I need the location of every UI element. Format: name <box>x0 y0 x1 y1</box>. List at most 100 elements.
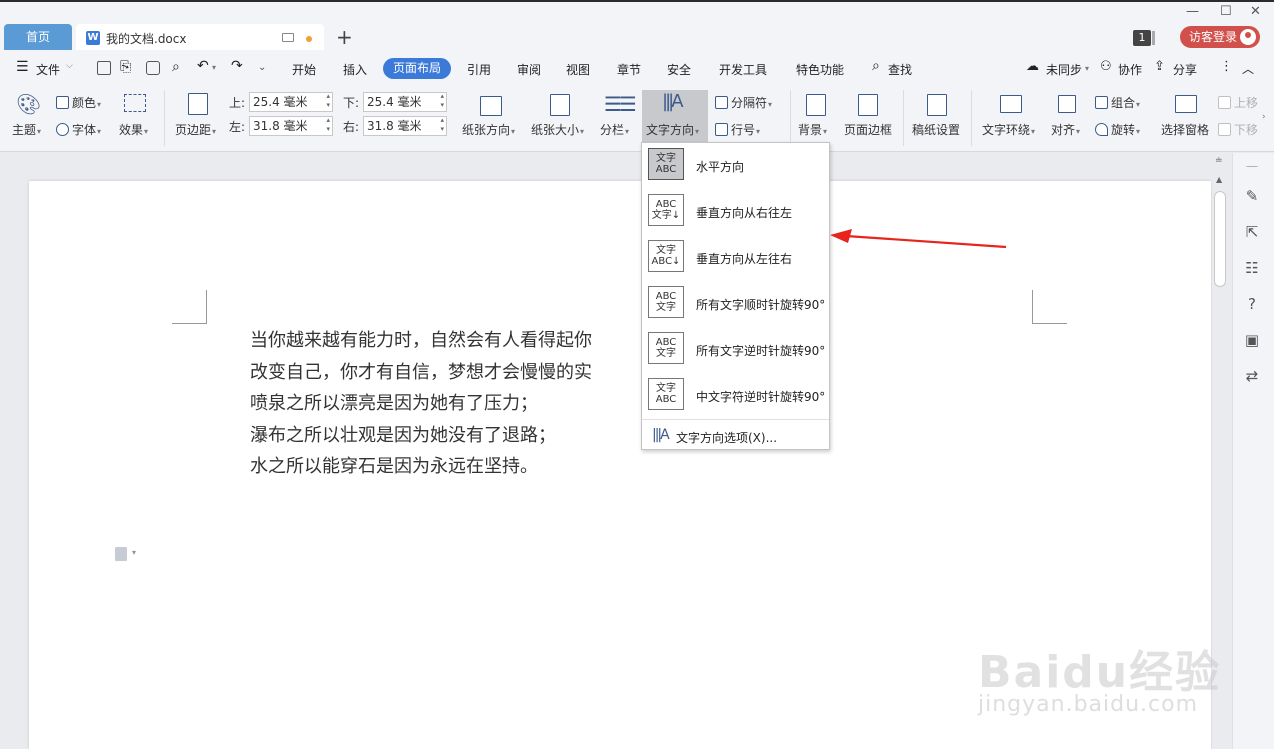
line-number-button[interactable]: 行号▾ <box>715 121 760 138</box>
page-margin-button[interactable]: 页边距▾ <box>175 121 216 138</box>
sync-dropdown-icon[interactable]: ▾ <box>1085 64 1089 73</box>
select-cursor-icon[interactable]: ⇱ <box>1243 223 1261 241</box>
menu-insert[interactable]: 插入 <box>343 61 367 78</box>
sync-status[interactable]: 未同步 <box>1046 61 1082 78</box>
page-border-icon[interactable] <box>858 94 878 116</box>
menu-view[interactable]: 视图 <box>566 61 590 78</box>
tab-document[interactable]: W 我的文档.docx <box>76 24 324 52</box>
selection-pane-button[interactable]: 选择窗格 <box>1161 121 1209 138</box>
align-icon[interactable] <box>1058 95 1076 113</box>
scrollbar-thumb[interactable] <box>1214 191 1226 287</box>
undo-icon[interactable]: ↶ <box>197 58 209 74</box>
minimize-icon[interactable]: — <box>1186 4 1199 19</box>
menu-security[interactable]: 安全 <box>667 61 691 78</box>
text-direction-options[interactable]: |||A 文字方向选项(X)... <box>642 423 829 449</box>
effect-button[interactable]: 效果▾ <box>119 121 148 138</box>
collab-button[interactable]: 协作 <box>1118 61 1142 78</box>
share-nodes-icon[interactable]: ⇄ <box>1243 367 1261 385</box>
share-icon[interactable]: ⇪ <box>1154 59 1165 74</box>
selection-pane-icon[interactable] <box>1175 95 1197 113</box>
paragraph-dropdown-icon[interactable]: ▾ <box>132 548 136 557</box>
more-icon[interactable]: ⋮ <box>1220 59 1233 74</box>
background-button[interactable]: 背景▾ <box>798 121 827 138</box>
dd-horizontal[interactable]: 文字 ABC 水平方向 <box>642 143 829 189</box>
font-button[interactable]: 字体▾ <box>56 121 101 138</box>
maximize-icon[interactable]: ☐ <box>1220 4 1232 19</box>
orientation-icon[interactable] <box>480 96 502 116</box>
margin-bottom-input[interactable]: 25.4 毫米 <box>363 92 447 112</box>
new-tab-button[interactable]: + <box>336 24 353 51</box>
dd-rotate-ccw[interactable]: ABC 文字 所有文字逆时针旋转90° <box>642 327 829 373</box>
scroll-up-icon[interactable]: ▲ <box>1216 175 1222 184</box>
help-icon[interactable]: ? <box>1243 295 1261 313</box>
share-button[interactable]: 分享 <box>1173 61 1197 78</box>
settings-sliders-icon[interactable]: ☷ <box>1243 259 1261 277</box>
menu-review[interactable]: 审阅 <box>517 61 541 78</box>
image-icon[interactable]: ▣ <box>1243 331 1261 349</box>
manuscript-button[interactable]: 稿纸设置 <box>912 121 960 138</box>
group-button[interactable]: 组合▾ <box>1095 94 1140 111</box>
save-icon[interactable] <box>97 61 111 75</box>
undo-dropdown-icon[interactable]: ▾ <box>212 63 216 72</box>
monitor-icon[interactable] <box>282 33 294 42</box>
theme-button[interactable]: 主题▾ <box>12 121 41 138</box>
margin-top-input[interactable]: 25.4 毫米 <box>249 92 333 112</box>
send-down-button[interactable]: 下移 <box>1218 121 1258 138</box>
page-margin-icon[interactable] <box>188 93 208 115</box>
search-menu[interactable]: 查找 <box>888 61 912 78</box>
paper-size-button[interactable]: 纸张大小▾ <box>531 121 584 138</box>
rotate-button[interactable]: 旋转▾ <box>1095 121 1140 138</box>
separator-button[interactable]: 分隔符▾ <box>715 94 772 111</box>
menu-start[interactable]: 开始 <box>292 61 316 78</box>
edit-pen-icon[interactable]: ✎ <box>1243 187 1261 205</box>
manuscript-icon[interactable] <box>927 94 947 116</box>
menu-chapter[interactable]: 章节 <box>617 61 641 78</box>
text-direction-button[interactable]: 文字方向▾ <box>646 121 699 138</box>
text-direction-icon[interactable]: |||A <box>662 91 683 112</box>
file-menu[interactable]: 文件 <box>36 61 60 78</box>
dd-vertical-rtl[interactable]: ABC 文字↓ 垂直方向从右往左 <box>642 189 829 235</box>
columns-button[interactable]: 分栏▾ <box>600 121 629 138</box>
collapse-ribbon-icon[interactable]: ︿ <box>1242 60 1254 77</box>
hamburger-icon[interactable]: ☰ <box>16 59 29 75</box>
margin-right-input[interactable]: 31.8 毫米 <box>363 116 447 136</box>
page-border-button[interactable]: 页面边框 <box>844 121 892 138</box>
text-wrap-icon[interactable] <box>1000 95 1022 113</box>
print-preview-icon[interactable]: ⌕ <box>172 59 180 75</box>
bring-up-button[interactable]: 上移 <box>1218 94 1258 111</box>
orientation-button[interactable]: 纸张方向▾ <box>462 121 515 138</box>
document-body[interactable]: 当你越来越有能力时，自然会有人看得起你 改变自己，你才有自信，梦想才会慢慢的实 … <box>250 325 592 483</box>
background-icon[interactable] <box>806 94 826 116</box>
effect-icon[interactable] <box>124 94 146 112</box>
paper-size-icon[interactable] <box>550 94 570 116</box>
scroll-top-icon[interactable]: ≐ <box>1215 156 1223 166</box>
dd-vertical-ltr[interactable]: 文字 ABC↓ 垂直方向从左往右 <box>642 235 829 281</box>
collab-icon[interactable]: ⚇ <box>1100 59 1112 74</box>
theme-palette-icon[interactable]: 🎨︎ <box>16 92 41 116</box>
menu-special[interactable]: 特色功能 <box>796 61 844 78</box>
tab-home[interactable]: 首页 <box>4 24 72 51</box>
search-icon[interactable]: ⌕ <box>872 58 880 74</box>
menu-page-layout[interactable]: 页面布局 <box>383 58 452 79</box>
redo-icon[interactable]: ↷ <box>231 58 243 74</box>
dd-cjk-rotate-ccw[interactable]: 文字 ABC 中文字符逆时针旋转90° <box>642 373 829 419</box>
print-icon[interactable] <box>146 61 160 75</box>
dd-rotate-cw[interactable]: ABC 文字 所有文字顺时针旋转90° <box>642 281 829 327</box>
format-painter-icon[interactable]: ⎘ <box>120 59 131 75</box>
menu-developer[interactable]: 开发工具 <box>719 61 767 78</box>
text-wrap-button[interactable]: 文字环绕▾ <box>982 121 1035 138</box>
columns-icon[interactable]: ☰☰ <box>604 92 637 116</box>
vertical-rtl-icon: ABC 文字↓ <box>648 194 684 226</box>
cloud-icon[interactable]: ☁ <box>1026 59 1039 74</box>
color-button[interactable]: 颜色▾ <box>56 94 101 111</box>
page-counter-badge[interactable]: 1 <box>1133 30 1151 46</box>
margin-left-input[interactable]: 31.8 毫米 <box>249 116 333 136</box>
paragraph-file-icon[interactable] <box>115 547 127 561</box>
chevron-down-icon[interactable]: ⌵ <box>66 61 73 71</box>
login-button[interactable]: 访客登录 <box>1180 26 1260 48</box>
close-icon[interactable]: ✕ <box>1250 4 1261 19</box>
ribbon-scroll-right-icon[interactable]: › <box>1262 112 1266 122</box>
align-button[interactable]: 对齐▾ <box>1051 121 1080 138</box>
menu-references[interactable]: 引用 <box>467 61 491 78</box>
customize-chevron-icon[interactable]: ⌄ <box>258 62 266 73</box>
